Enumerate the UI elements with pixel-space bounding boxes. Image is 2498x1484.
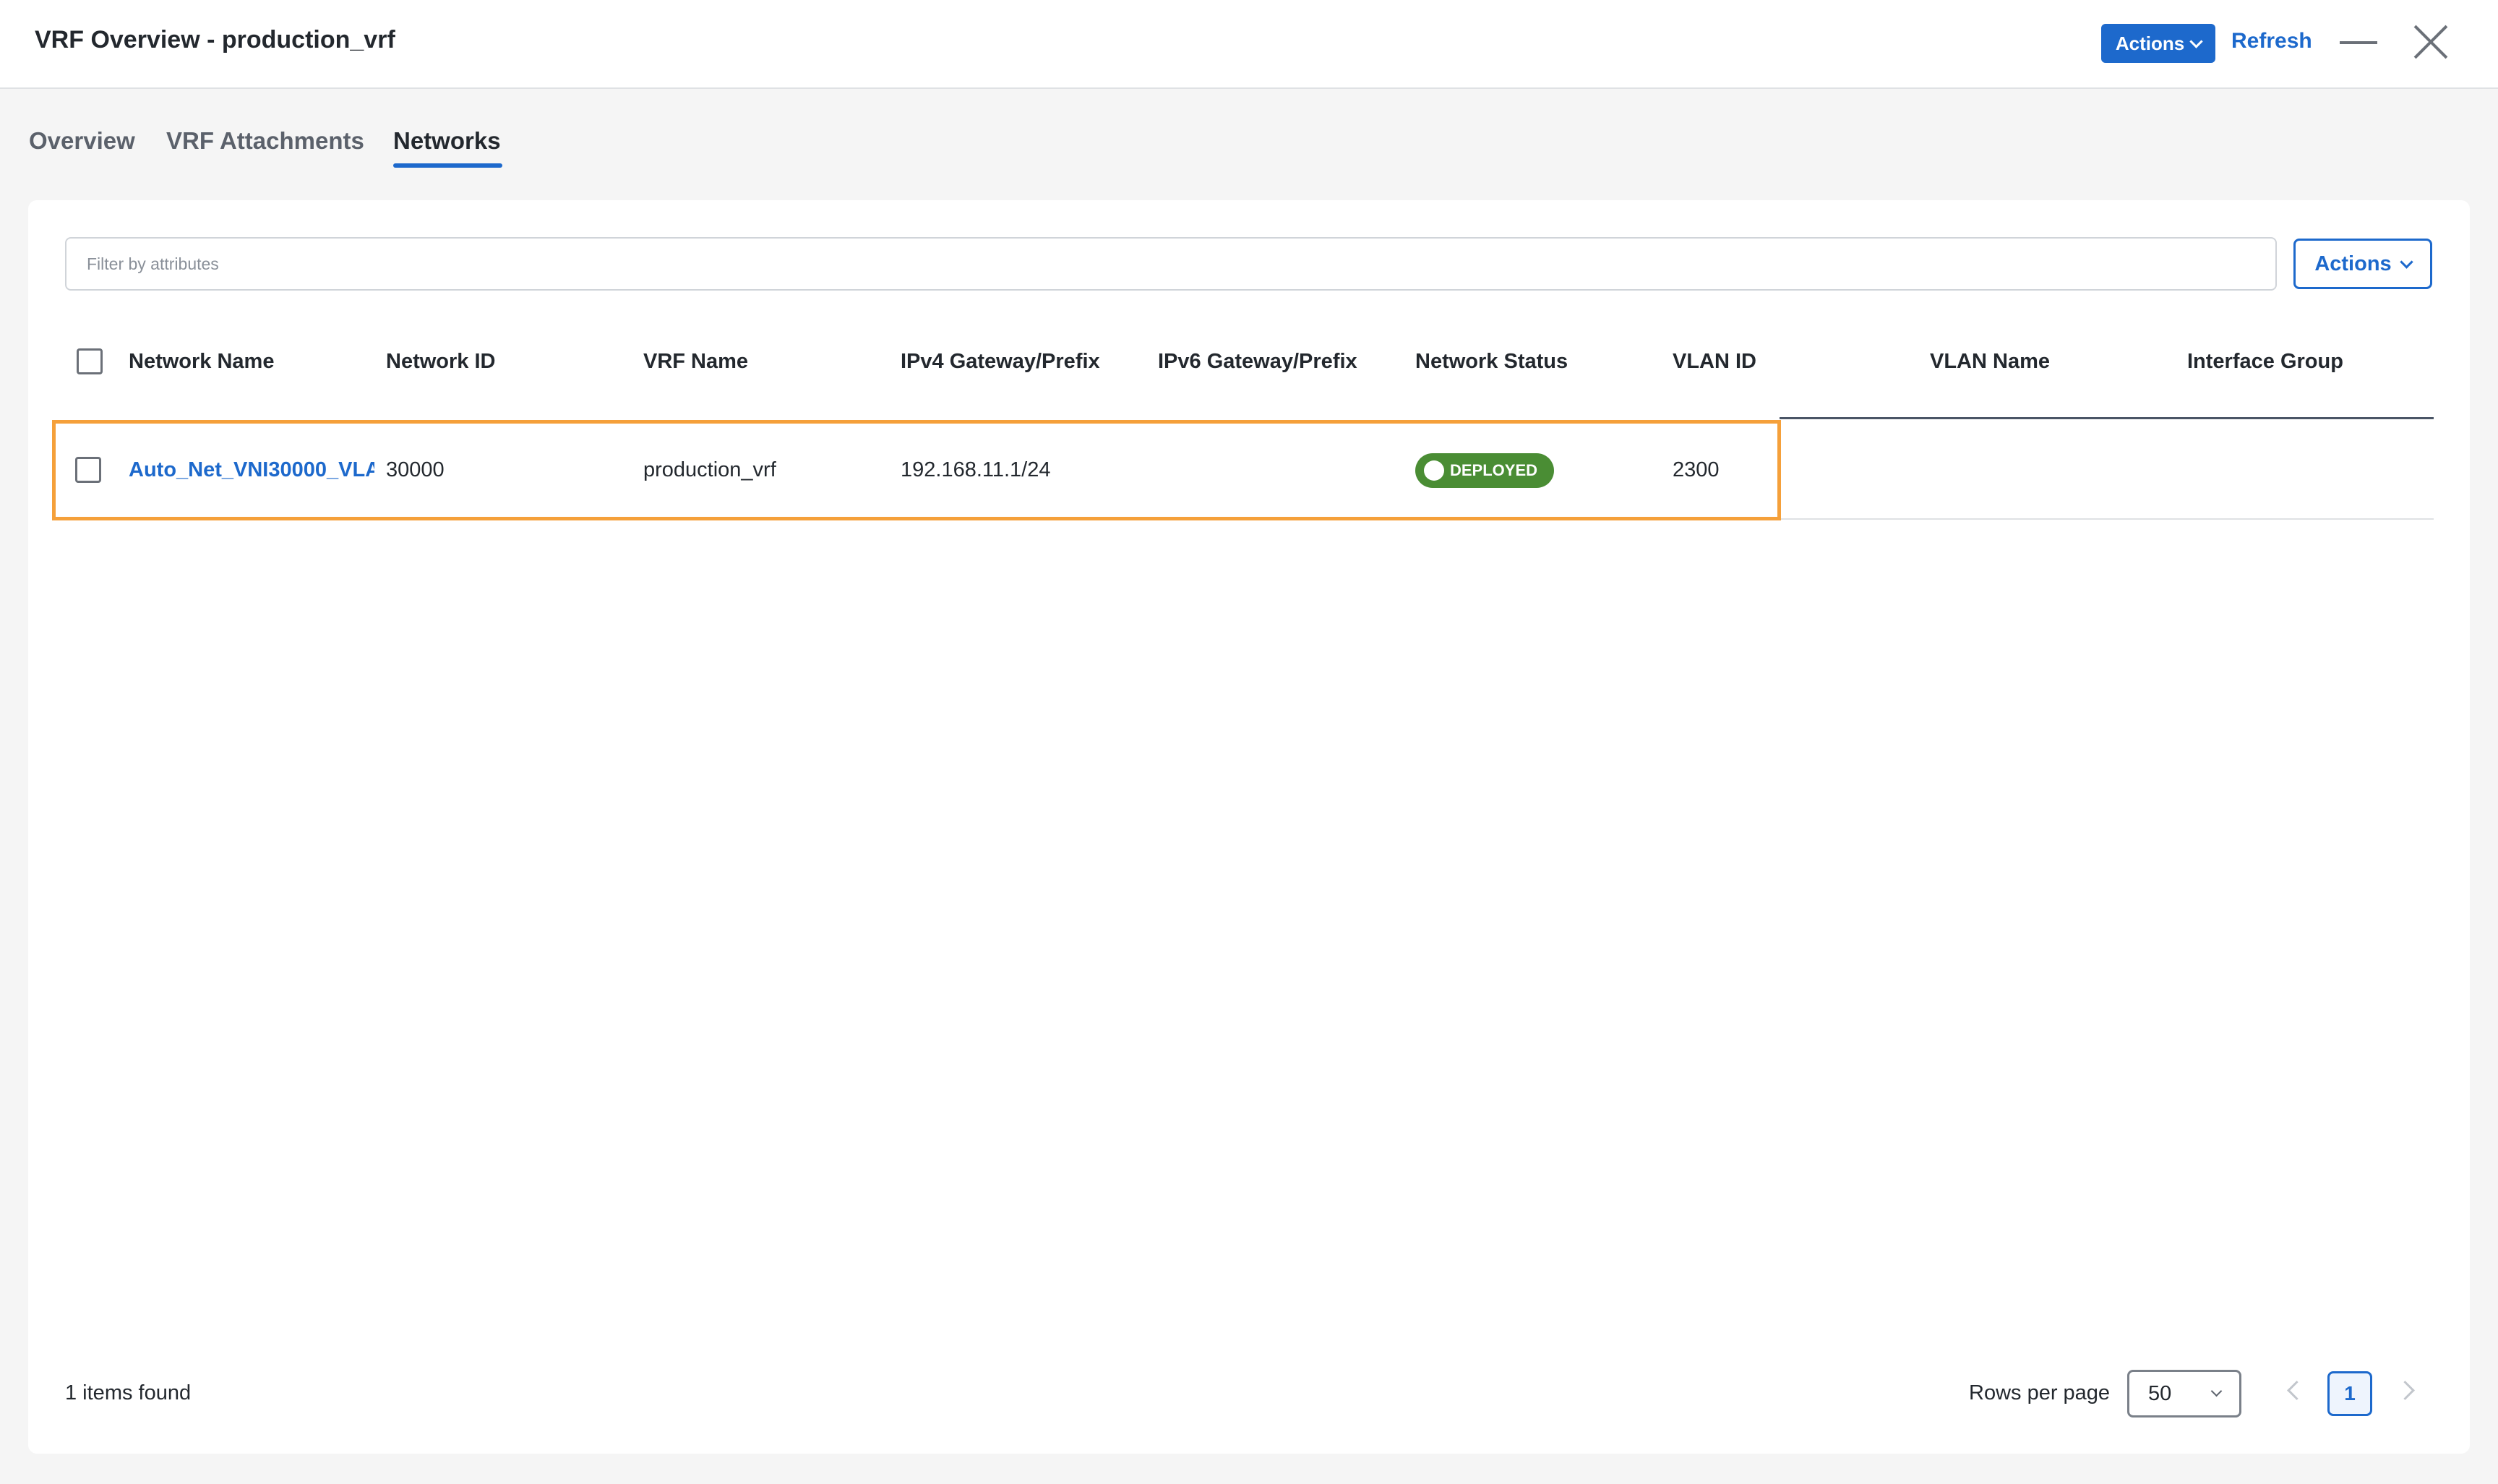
column-header-network-name[interactable]: Network Name [129, 350, 274, 374]
table-actions-label: Actions [2314, 252, 2392, 275]
column-header-ipv4-gateway[interactable]: IPv4 Gateway/Prefix [901, 350, 1100, 374]
header-actions-button[interactable]: Actions [2101, 24, 2215, 63]
column-header-network-id[interactable]: Network ID [386, 350, 495, 374]
close-icon[interactable] [2413, 24, 2449, 60]
rows-per-page-label: Rows per page [1969, 1381, 2111, 1404]
select-all-checkbox[interactable] [77, 348, 103, 374]
column-header-network-status[interactable]: Network Status [1415, 350, 1568, 374]
column-header-vlan-name[interactable]: VLAN Name [1930, 350, 2050, 374]
active-tab-indicator [393, 163, 502, 168]
tab-overview[interactable]: Overview [29, 127, 135, 155]
column-header-vlan-id[interactable]: VLAN ID [1673, 350, 1756, 374]
header-actions-label: Actions [2115, 32, 2185, 54]
networks-panel [28, 200, 2470, 1454]
chevron-down-icon [2210, 1385, 2223, 1397]
column-header-ipv6-gateway[interactable]: IPv6 Gateway/Prefix [1158, 350, 1357, 374]
rows-per-page-select[interactable]: 50 [2127, 1370, 2241, 1417]
rows-per-page-value: 50 [2148, 1381, 2172, 1405]
title-bar: VRF Overview - production_vrf Actions Re… [0, 0, 2498, 89]
column-header-vrf-name[interactable]: VRF Name [643, 350, 748, 374]
chevron-down-icon [2189, 34, 2203, 48]
tab-vrf-attachments[interactable]: VRF Attachments [166, 127, 364, 155]
page-title: VRF Overview - production_vrf [35, 26, 395, 53]
row-highlight [52, 420, 1781, 520]
refresh-button[interactable]: Refresh [2231, 29, 2312, 53]
filter-input[interactable] [65, 237, 2277, 291]
minimize-icon[interactable] [2340, 41, 2377, 44]
chevron-down-icon [2399, 254, 2413, 269]
table-actions-button[interactable]: Actions [2293, 239, 2432, 289]
items-found-count: 1 items found [65, 1381, 192, 1404]
column-header-interface-group[interactable]: Interface Group [2187, 350, 2343, 374]
pagination-page-button[interactable]: 1 [2327, 1371, 2372, 1416]
tab-networks[interactable]: Networks [393, 127, 501, 155]
header-divider [1780, 417, 2434, 419]
